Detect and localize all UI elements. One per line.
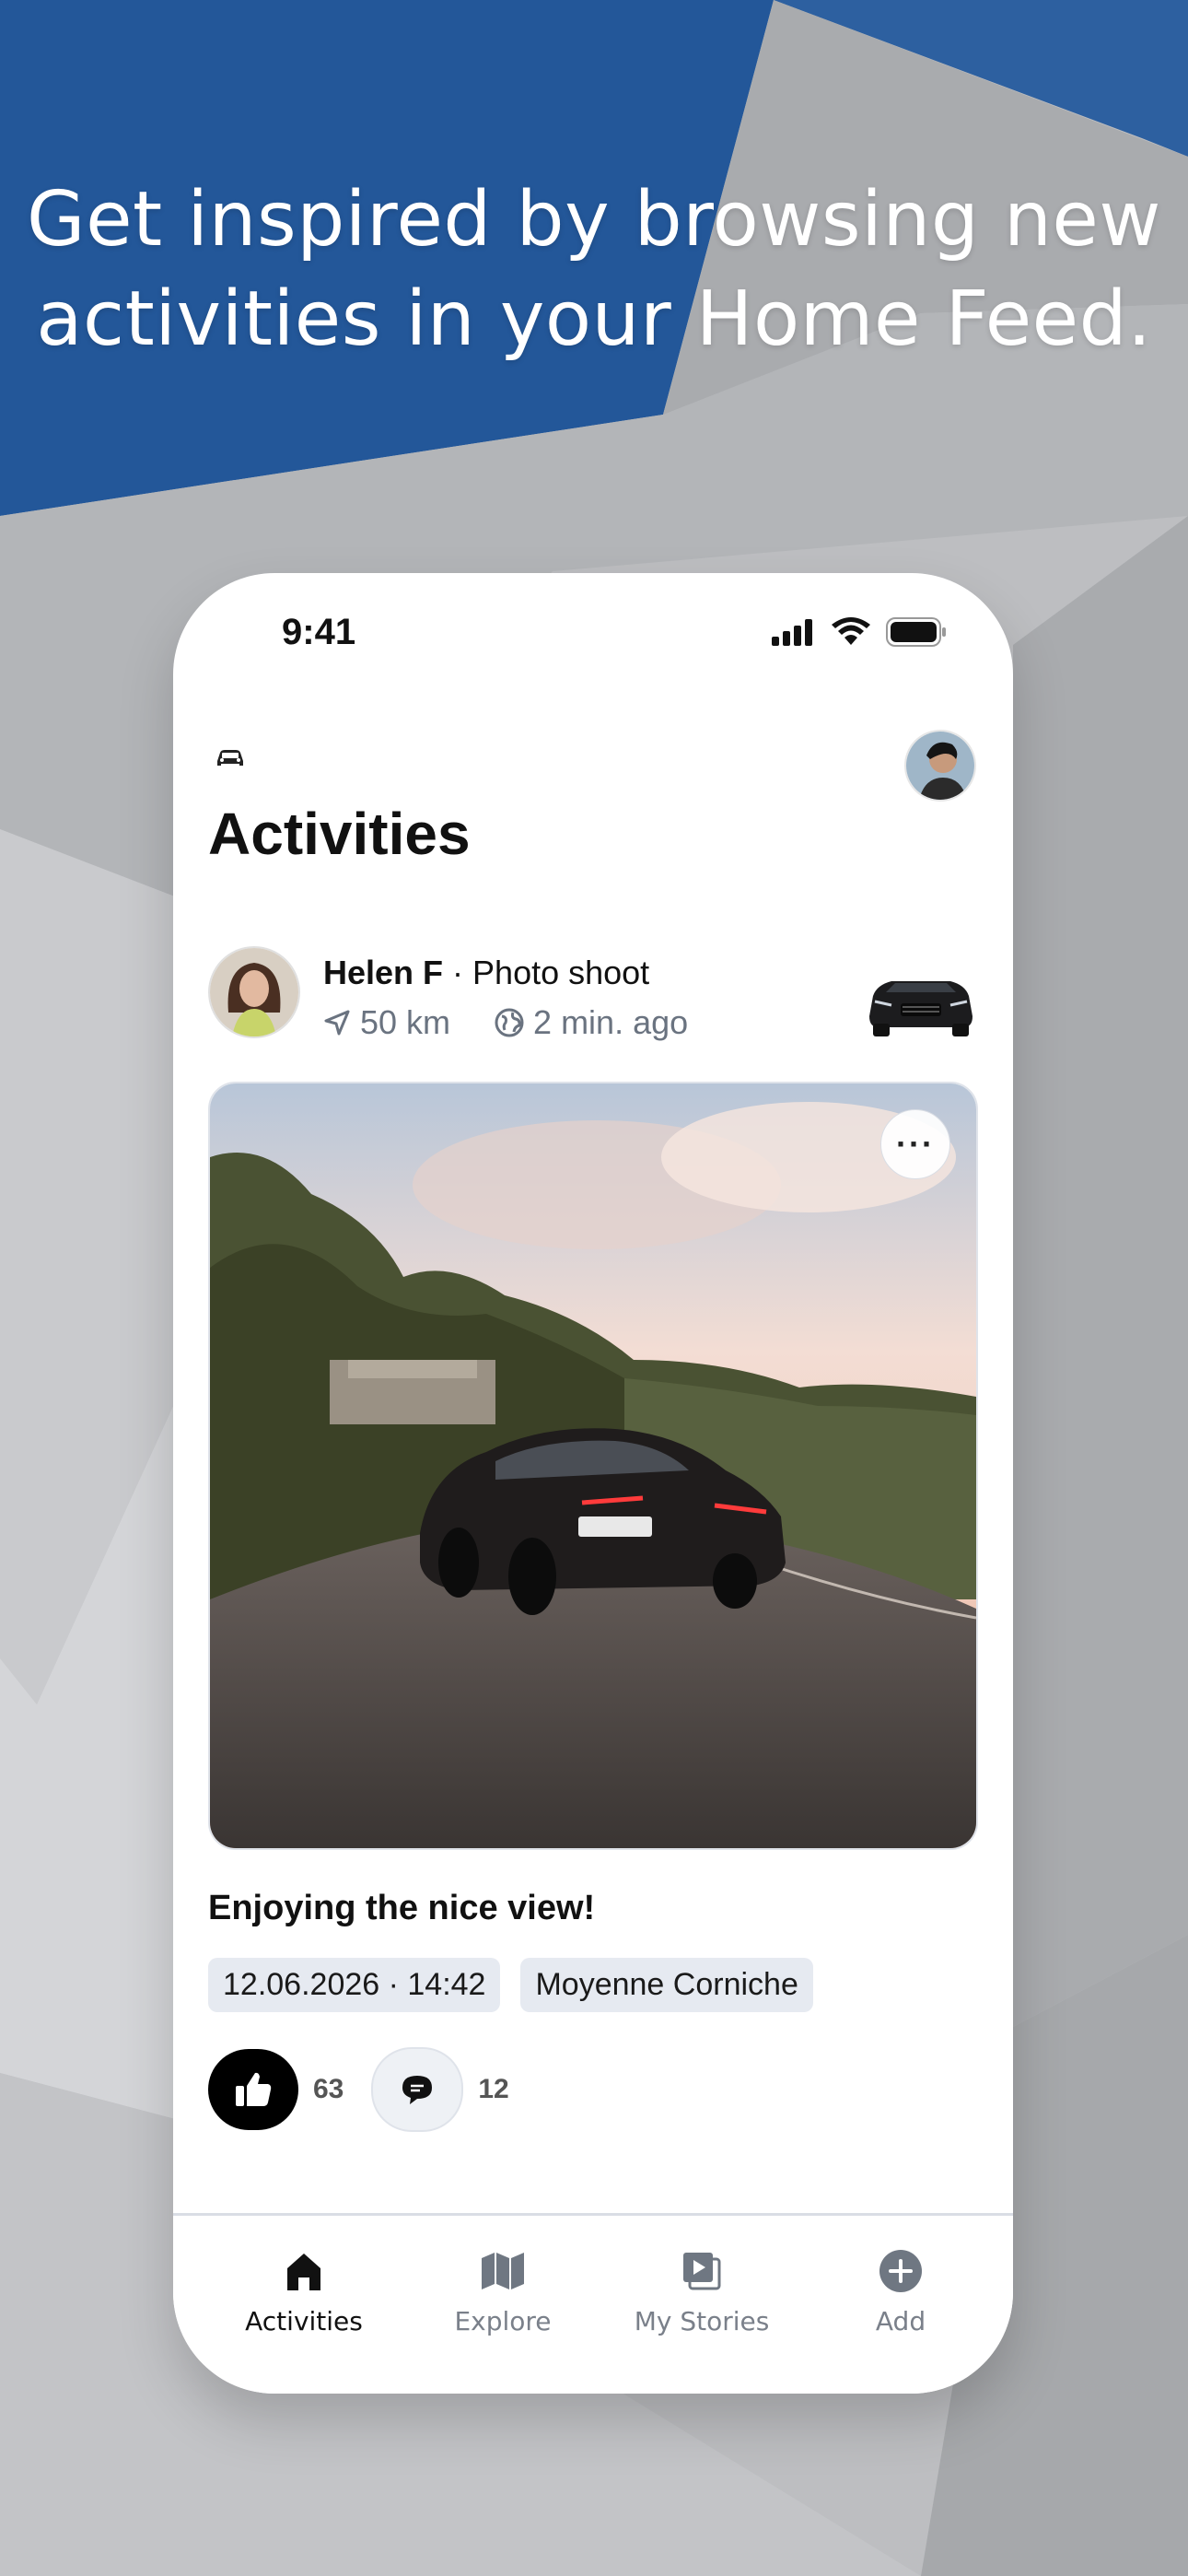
headline-line-1: Get inspired by browsing new: [27, 176, 1161, 263]
comment-button[interactable]: [371, 2047, 464, 2132]
top-bar: [173, 711, 1013, 813]
post-reactions: 63 12: [208, 2047, 509, 2132]
phone-frame: 9:41 Activities Helen F · Photo shoot 50…: [173, 573, 1013, 2394]
tab-explore-label: Explore: [454, 2306, 552, 2336]
post-category: · Photo shoot: [452, 954, 650, 991]
signal-icon: [772, 619, 812, 646]
post-caption: Enjoying the nice view!: [208, 1889, 596, 1927]
post-time-ago: 2 min. ago: [533, 1003, 689, 1041]
vehicle-thumbnail[interactable]: [864, 955, 978, 1044]
promo-headline: Get inspired by browsing new activities …: [0, 170, 1188, 369]
profile-avatar[interactable]: [904, 730, 976, 802]
page-title: Activities: [208, 801, 471, 867]
more-icon: ···: [896, 1125, 935, 1163]
tab-my-stories[interactable]: My Stories: [619, 2243, 785, 2336]
post-photo[interactable]: ···: [208, 1082, 978, 1850]
post-header: Helen F · Photo shoot 50 km 2 min. ago: [208, 946, 978, 1048]
tab-add[interactable]: Add: [818, 2243, 984, 2336]
status-bar: 9:41: [173, 573, 1013, 711]
post-distance: 50 km: [360, 1003, 451, 1041]
post-meta: 50 km 2 min. ago: [323, 1003, 688, 1042]
like-count: 63: [313, 2074, 344, 2104]
map-icon: [482, 2253, 524, 2289]
tab-activities-label: Activities: [245, 2306, 363, 2336]
author-name[interactable]: Helen F: [323, 954, 443, 991]
post-more-button[interactable]: ···: [880, 1109, 950, 1179]
post-tags: 12.06.2026 · 14:42 Moyenne Corniche: [208, 1958, 813, 2012]
stories-icon: [683, 2253, 721, 2290]
status-time: 9:41: [282, 612, 356, 652]
like-button[interactable]: [208, 2049, 298, 2130]
battery-icon: [886, 617, 946, 647]
tab-explore[interactable]: Explore: [420, 2243, 586, 2336]
location-tag[interactable]: Moyenne Corniche: [520, 1958, 813, 2012]
tab-bar: Activities Explore My Stories Add: [173, 2213, 1013, 2394]
comment-icon: [402, 2076, 433, 2104]
date-tag: 12.06.2026 · 14:42: [208, 1958, 501, 2012]
status-icons: [772, 617, 947, 647]
navigation-arrow-icon: [324, 1010, 350, 1036]
car-icon[interactable]: [212, 739, 249, 776]
tab-my-stories-label: My Stories: [634, 2306, 770, 2336]
author-line: Helen F · Photo shoot: [323, 954, 649, 992]
home-icon: [287, 2254, 320, 2290]
globe-icon: [495, 1008, 524, 1037]
tab-add-label: Add: [875, 2306, 926, 2336]
wifi-icon: [832, 617, 870, 645]
author-avatar[interactable]: [208, 946, 300, 1038]
thumbs-up-icon: [236, 2072, 272, 2106]
tab-activities[interactable]: Activities: [221, 2243, 387, 2336]
plus-circle-icon: [879, 2250, 922, 2292]
headline-line-2: activities in your Home Feed.: [36, 275, 1152, 363]
comment-count: 12: [478, 2074, 509, 2104]
